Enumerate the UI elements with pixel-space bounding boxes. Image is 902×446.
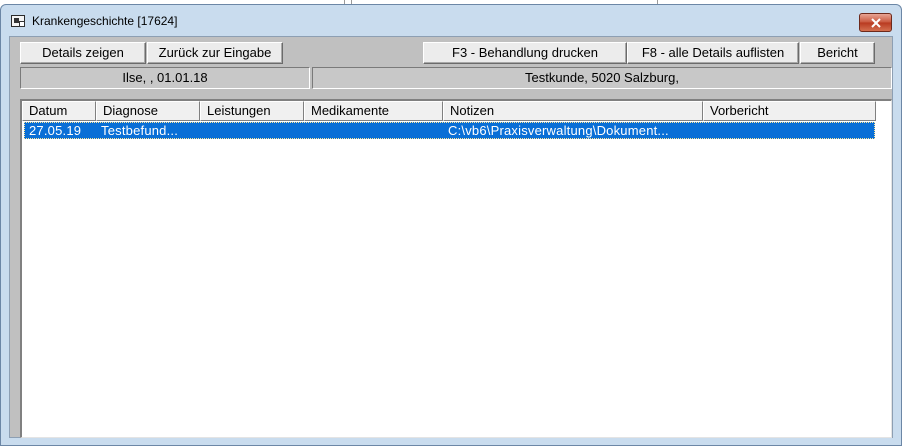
close-icon: [871, 18, 881, 28]
back-to-input-button[interactable]: Zurück zur Eingabe: [147, 42, 283, 64]
patient-info: Ilse, , 01.01.18: [20, 67, 310, 89]
print-treatment-button[interactable]: F3 - Behandlung drucken: [423, 42, 627, 64]
cell-diagnose: Testbefund...: [101, 123, 179, 138]
krankengeschichte-window: Krankengeschichte [17624] Details zeigen…: [0, 4, 902, 446]
cell-medikamente: [309, 123, 444, 138]
window-title: Krankengeschichte [17624]: [32, 14, 178, 28]
cell-vorbericht: [708, 123, 874, 138]
cell-notizen: C:\vb6\Praxisverwaltung\Dokument...: [448, 123, 669, 138]
column-header-notizen[interactable]: Notizen: [443, 101, 703, 121]
column-header-vorbericht[interactable]: Vorbericht: [703, 101, 876, 121]
history-listview[interactable]: Datum Diagnose Leistungen Medikamente No…: [20, 99, 892, 438]
listview-header: Datum Diagnose Leistungen Medikamente No…: [22, 101, 890, 121]
cell-leistungen: [205, 123, 305, 138]
column-header-datum[interactable]: Datum: [22, 101, 96, 121]
table-row[interactable]: 27.05.19 Testbefund... C:\vb6\Praxisverw…: [24, 122, 875, 139]
customer-info: Testkunde, 5020 Salzburg,: [312, 67, 892, 89]
client-area: Details zeigen Zurück zur Eingabe F3 - B…: [9, 36, 893, 438]
list-all-details-button[interactable]: F8 - alle Details auflisten: [627, 42, 799, 64]
cell-datum: 27.05.19: [29, 123, 82, 138]
column-header-diagnose[interactable]: Diagnose: [96, 101, 200, 121]
app-icon: [11, 15, 25, 27]
column-header-leistungen[interactable]: Leistungen: [200, 101, 304, 121]
column-header-medikamente[interactable]: Medikamente: [304, 101, 443, 121]
details-button[interactable]: Details zeigen: [20, 42, 146, 64]
report-button[interactable]: Bericht: [800, 42, 875, 64]
close-button[interactable]: [859, 13, 892, 32]
title-bar[interactable]: Krankengeschichte [17624]: [1, 5, 901, 36]
